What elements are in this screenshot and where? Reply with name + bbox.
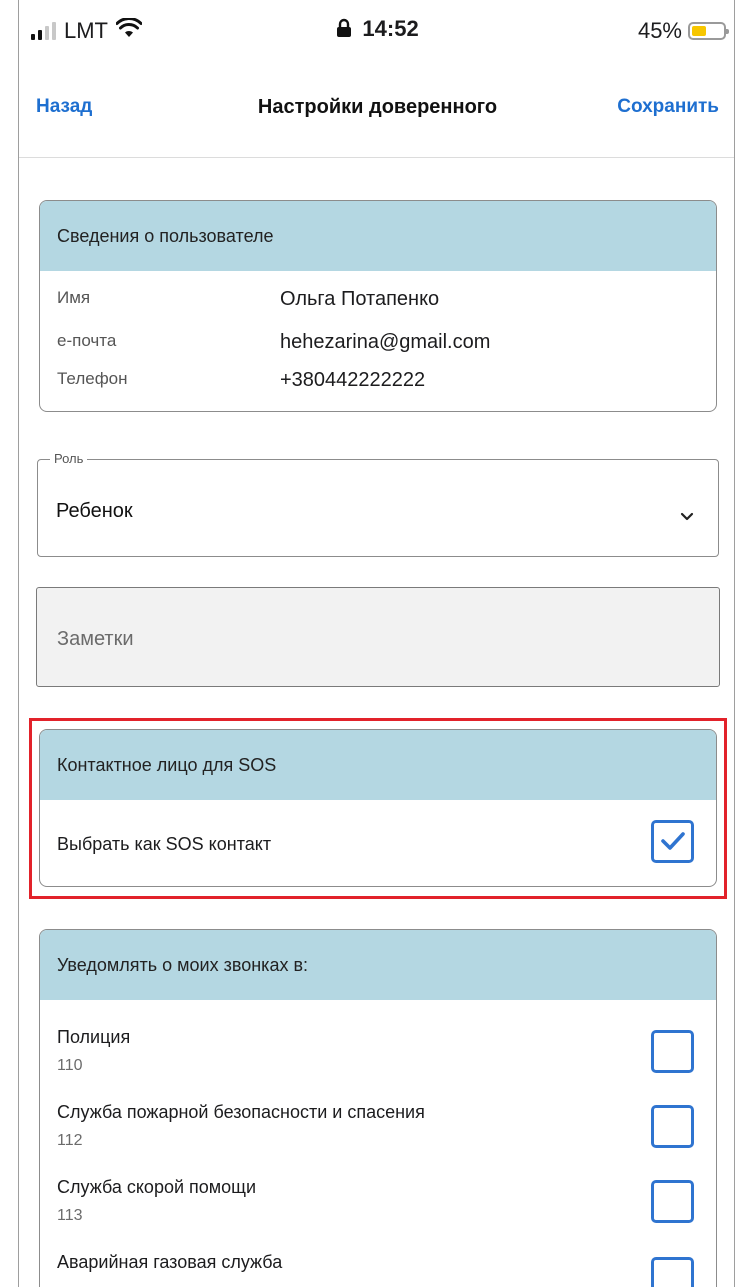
notify-card: Уведомлять о моих звонках в: Полиция 110… bbox=[39, 929, 717, 1287]
sos-checkbox[interactable] bbox=[651, 820, 694, 863]
email-label: е-почта bbox=[57, 331, 117, 350]
sos-card: Контактное лицо для SOS Выбрать как SOS … bbox=[39, 729, 717, 887]
role-value: Ребенок bbox=[56, 500, 133, 522]
service-number: 112 bbox=[57, 1132, 83, 1149]
status-right: 45% bbox=[637, 18, 729, 44]
user-info-header: Сведения о пользователе bbox=[40, 201, 716, 271]
service-name: Служба скорой помощи bbox=[57, 1177, 257, 1197]
service-checkbox-police[interactable] bbox=[651, 1030, 694, 1073]
sos-option-label: Выбрать как SOS контакт bbox=[57, 834, 272, 854]
notify-header: Уведомлять о моих звонках в: bbox=[40, 930, 716, 1000]
user-info-card: Сведения о пользователе Имя Ольга Потапе… bbox=[39, 200, 717, 412]
service-checkbox-gas[interactable] bbox=[651, 1257, 694, 1287]
sos-header: Контактное лицо для SOS bbox=[40, 730, 716, 800]
time-label: 14:52 bbox=[362, 16, 419, 41]
service-number: 110 bbox=[57, 1057, 83, 1074]
battery-percent: 45% bbox=[637, 18, 682, 43]
service-name: Служба пожарной безопасности и спасения bbox=[57, 1102, 425, 1122]
lock-icon bbox=[336, 16, 362, 41]
notes-field[interactable]: Заметки bbox=[36, 587, 720, 687]
name-label: Имя bbox=[57, 288, 91, 307]
email-value: hehezarina@gmail.com bbox=[280, 331, 491, 353]
service-checkbox-ambulance[interactable] bbox=[651, 1180, 694, 1223]
role-legend: Роль bbox=[50, 451, 88, 466]
phone-label: Телефон bbox=[57, 369, 128, 388]
save-button[interactable]: Сохранить bbox=[617, 96, 719, 118]
phone-value: +380442222222 bbox=[280, 369, 426, 391]
battery-icon bbox=[688, 22, 729, 40]
service-name: Полиция bbox=[57, 1027, 131, 1047]
checkmark-icon bbox=[661, 832, 685, 850]
service-name: Аварийная газовая служба bbox=[57, 1252, 283, 1272]
status-time: 14:52 bbox=[19, 16, 734, 42]
service-checkbox-fire[interactable] bbox=[651, 1105, 694, 1148]
notes-placeholder: Заметки bbox=[57, 628, 134, 650]
status-bar: LMT 14:52 45% bbox=[19, 0, 734, 62]
navigation-bar: Назад Настройки доверенного Сохранить bbox=[19, 62, 734, 158]
name-value: Ольга Потапенко bbox=[280, 288, 440, 310]
app-frame: LMT 14:52 45% Назад Настройки доверенног… bbox=[18, 0, 735, 1287]
chevron-down-icon bbox=[680, 508, 694, 526]
service-number: 113 bbox=[57, 1207, 83, 1224]
role-select[interactable]: Роль Ребенок bbox=[37, 451, 719, 557]
